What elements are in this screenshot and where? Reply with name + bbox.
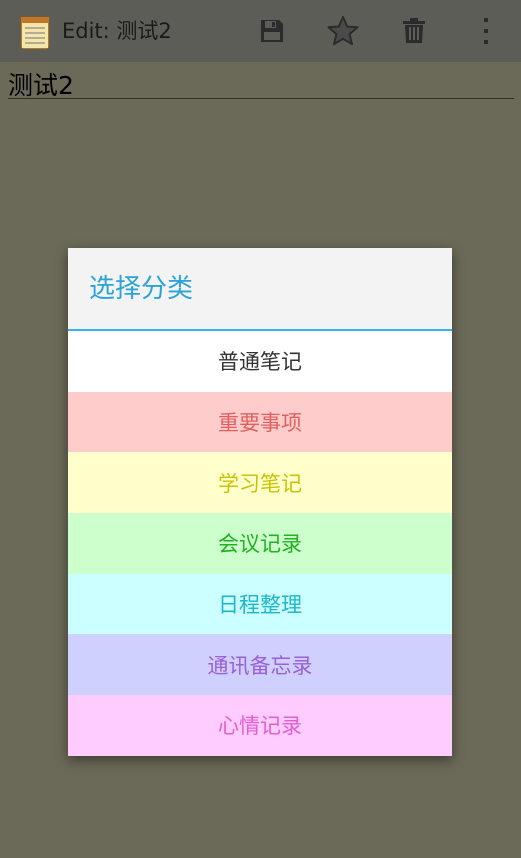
page-title: Edit: 测试2 xyxy=(62,19,172,43)
category-option[interactable]: 心情记录 xyxy=(68,695,452,756)
category-option[interactable]: 通讯备忘录 xyxy=(68,634,452,696)
note-text[interactable]: 测试2 xyxy=(8,71,74,101)
category-option[interactable]: 重要事项 xyxy=(68,391,452,453)
favorite-button[interactable] xyxy=(315,0,371,62)
category-option[interactable]: 普通笔记 xyxy=(68,331,452,392)
category-dialog: 选择分类 普通笔记 重要事项 学习笔记 会议记录 日程整理 通讯备忘录 心情记录 xyxy=(68,248,452,756)
notepad-app-icon[interactable] xyxy=(18,14,52,50)
delete-button[interactable] xyxy=(386,0,442,62)
star-icon xyxy=(327,16,359,46)
category-option[interactable]: 日程整理 xyxy=(68,573,452,635)
overflow-menu-button[interactable] xyxy=(458,0,514,62)
dialog-header: 选择分类 xyxy=(68,248,452,329)
trash-icon xyxy=(403,18,425,43)
category-options: 普通笔记 重要事项 学习笔记 会议记录 日程整理 通讯备忘录 心情记录 xyxy=(68,331,452,756)
category-option[interactable]: 会议记录 xyxy=(68,513,452,574)
category-option[interactable]: 学习笔记 xyxy=(68,452,452,514)
save-icon xyxy=(261,20,283,42)
action-bar: Edit: 测试2 xyxy=(0,0,521,62)
note-underline xyxy=(8,98,514,99)
dialog-title: 选择分类 xyxy=(89,274,194,304)
save-button[interactable] xyxy=(244,0,300,62)
overflow-menu-icon xyxy=(484,18,488,44)
